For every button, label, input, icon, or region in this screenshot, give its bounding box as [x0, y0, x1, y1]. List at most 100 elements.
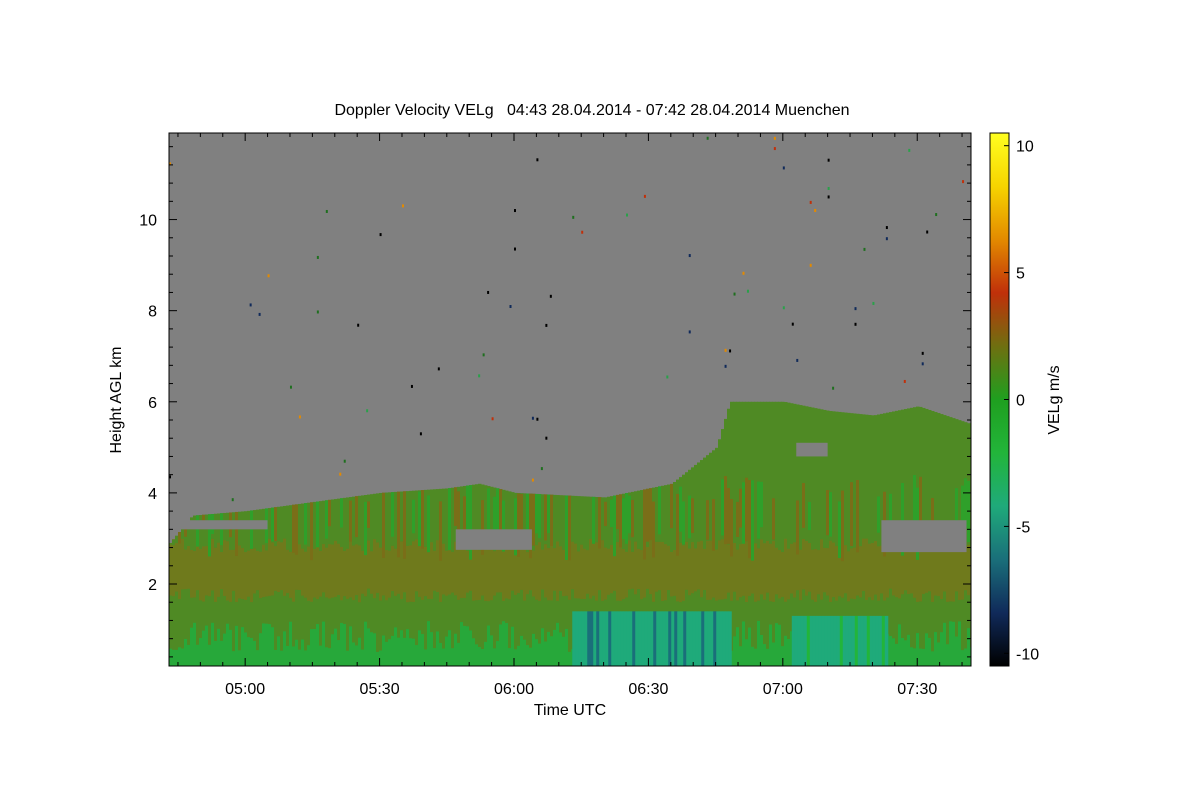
- velocity-cell: [340, 498, 344, 528]
- noise-pixel: [706, 136, 709, 140]
- noise-pixel: [289, 385, 292, 389]
- velocity-cell: [904, 640, 908, 666]
- velocity-cell: [184, 638, 188, 666]
- velocity-cell: [730, 499, 734, 557]
- downdraft-cell: [572, 611, 576, 666]
- velocity-cell: [397, 637, 401, 666]
- velocity-cell: [553, 629, 557, 666]
- velocity-cell: [367, 501, 371, 528]
- velocity-cell: [394, 627, 398, 666]
- chart-figure: Doppler Velocity VELg 04:43 28.04.2014 -…: [108, 102, 1063, 719]
- velocity-cell: [877, 546, 881, 601]
- downdraft-cell: [869, 615, 874, 666]
- no-data-gap: [796, 442, 828, 457]
- velocity-cell: [766, 540, 770, 593]
- velocity-cell: [544, 544, 548, 598]
- velocity-cell: [226, 541, 230, 601]
- velocity-cell: [547, 494, 551, 534]
- velocity-cell: [625, 551, 629, 598]
- velocity-cell: [424, 546, 428, 597]
- velocity-cell: [772, 498, 776, 540]
- velocity-cell: [277, 541, 281, 592]
- velocity-cell: [952, 551, 956, 602]
- velocity-cell: [814, 549, 818, 602]
- downdraft-cell: [674, 611, 678, 666]
- noise-pixel: [885, 226, 888, 230]
- velocity-cell: [172, 545, 176, 597]
- velocity-cell: [304, 551, 308, 598]
- velocity-cell: [892, 638, 896, 666]
- velocity-cell: [409, 638, 413, 666]
- velocity-cell: [508, 541, 512, 600]
- velocity-cell: [766, 401, 770, 666]
- velocity-cell: [295, 639, 299, 666]
- velocity-cell: [796, 500, 800, 555]
- downdraft-cell: [608, 611, 612, 666]
- velocity-cell: [451, 648, 455, 666]
- y-tick-label: 10: [139, 213, 157, 230]
- velocity-cell: [307, 546, 311, 601]
- velocity-cell: [301, 548, 305, 596]
- velocity-cell: [235, 511, 239, 556]
- velocity-cell: [274, 546, 278, 591]
- velocity-cell: [238, 650, 242, 666]
- velocity-cell: [898, 550, 902, 599]
- velocity-cell: [562, 636, 566, 666]
- velocity-cell: [457, 542, 461, 600]
- velocity-cell: [622, 549, 626, 600]
- velocity-cell: [955, 636, 959, 666]
- velocity-cell: [427, 495, 431, 553]
- velocity-cell: [901, 637, 905, 666]
- noise-pixel: [643, 194, 646, 198]
- noise-pixel: [545, 436, 548, 440]
- velocity-cell: [589, 538, 593, 599]
- velocity-cell: [592, 496, 596, 544]
- velocity-cell: [178, 647, 182, 666]
- velocity-cell: [487, 625, 491, 666]
- noise-pixel: [298, 415, 301, 419]
- noise-pixel: [827, 195, 830, 199]
- velocity-cell: [196, 515, 200, 547]
- velocity-cell: [616, 494, 620, 530]
- noise-pixel: [921, 351, 924, 355]
- velocity-cell: [292, 646, 296, 666]
- noise-pixel: [513, 209, 516, 213]
- velocity-cell: [706, 540, 710, 600]
- velocity-cell: [559, 546, 563, 591]
- velocity-cell: [694, 548, 698, 592]
- noise-pixel: [540, 467, 543, 471]
- y-tick-label: 4: [148, 486, 157, 503]
- noise-pixel: [531, 416, 534, 420]
- velocity-cell: [538, 643, 542, 666]
- velocity-cell: [778, 550, 782, 599]
- velocity-cell: [517, 552, 521, 594]
- velocity-cell: [187, 546, 191, 589]
- velocity-cell: [637, 548, 641, 590]
- velocity-cell: [646, 488, 650, 542]
- velocity-cell: [316, 624, 320, 666]
- velocity-cell: [508, 648, 512, 666]
- velocity-cell: [688, 548, 692, 596]
- velocity-cell: [619, 539, 623, 601]
- velocity-cell: [358, 637, 362, 666]
- velocity-cell: [802, 483, 806, 528]
- velocity-cell: [658, 486, 662, 535]
- velocity-cell: [193, 622, 197, 666]
- velocity-cell: [205, 625, 209, 666]
- velocity-cell: [178, 542, 182, 600]
- noise-pixel: [908, 148, 911, 152]
- velocity-cell: [262, 623, 266, 666]
- noise-pixel: [814, 208, 817, 212]
- velocity-cell: [682, 545, 686, 601]
- velocity-cell: [559, 632, 563, 666]
- downdraft-cell: [854, 615, 859, 666]
- velocity-cell: [958, 621, 962, 666]
- noise-pixel: [773, 147, 776, 151]
- velocity-cell: [820, 539, 824, 600]
- noise-pixel: [926, 230, 929, 234]
- x-tick-label: 06:30: [628, 681, 668, 698]
- velocity-cell: [937, 545, 941, 597]
- velocity-cell: [400, 541, 404, 600]
- velocity-cell: [622, 498, 626, 540]
- velocity-cell: [592, 542, 596, 596]
